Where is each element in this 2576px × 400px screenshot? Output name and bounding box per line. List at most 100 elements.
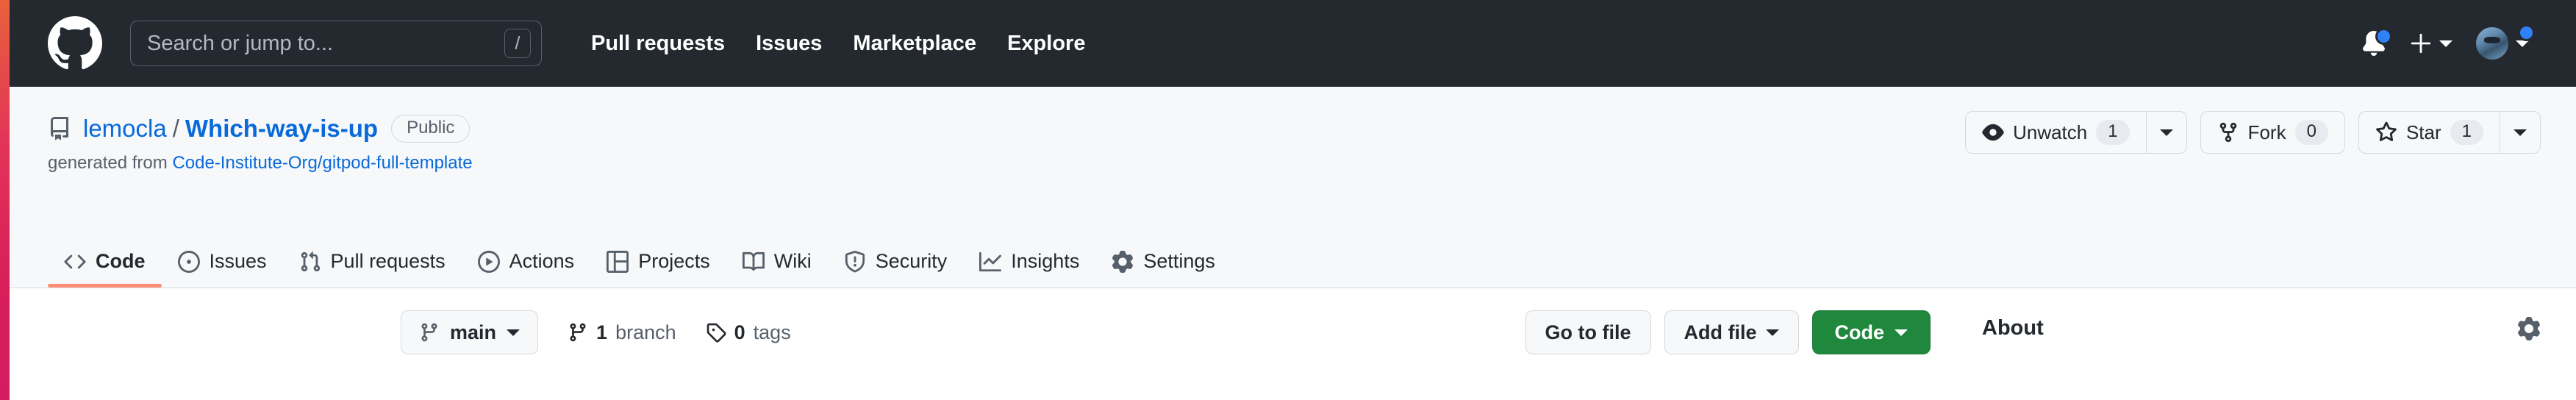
branch-count-label: branch — [615, 321, 676, 343]
fork-count: 0 — [2294, 120, 2328, 145]
branch-icon — [570, 323, 586, 342]
left-accent-stripe — [0, 0, 10, 400]
tab-projects-label: Projects — [638, 250, 710, 272]
star-button-group: Star 1 — [2358, 111, 2541, 154]
tag-icon — [706, 323, 726, 343]
tab-issues[interactable]: Issues — [162, 250, 283, 288]
notification-indicator — [2375, 28, 2392, 45]
graph-icon — [979, 251, 1002, 271]
tag-count-value: 0 — [734, 321, 745, 343]
fork-button[interactable]: Fork 0 — [2200, 111, 2345, 154]
tab-settings-label: Settings — [1143, 250, 1215, 272]
nav-item-marketplace[interactable]: Marketplace — [837, 32, 992, 54]
tab-code-label: Code — [96, 250, 146, 272]
go-to-file-button[interactable]: Go to file — [1525, 310, 1651, 354]
user-menu-button[interactable] — [2464, 24, 2541, 60]
fork-label: Fork — [2247, 121, 2286, 143]
global-header: / Pull requests Issues Marketplace Explo… — [10, 0, 2576, 87]
avatar-notification-indicator — [2518, 24, 2535, 41]
watch-button-group: Unwatch 1 — [1965, 111, 2187, 154]
branch-icon — [421, 323, 437, 342]
shield-icon — [845, 250, 865, 272]
about-heading: About — [1982, 316, 2044, 340]
repo-name-link[interactable]: Which-way-is-up — [185, 115, 378, 142]
star-button[interactable]: Star 1 — [2358, 111, 2500, 154]
chevron-down-icon — [1765, 329, 1779, 336]
tab-wiki[interactable]: Wiki — [726, 250, 828, 288]
tab-actions[interactable]: Actions — [462, 250, 591, 288]
tab-pull-requests-label: Pull requests — [330, 250, 446, 272]
tab-actions-label: Actions — [509, 250, 575, 272]
watch-count: 1 — [2096, 120, 2130, 145]
search-input[interactable] — [147, 31, 504, 56]
github-mark-icon[interactable] — [48, 16, 102, 71]
chevron-down-icon — [507, 329, 520, 336]
project-table-icon — [607, 250, 629, 273]
tab-projects[interactable]: Projects — [590, 250, 726, 288]
star-dropdown-button[interactable] — [2500, 111, 2541, 154]
eye-icon — [1982, 124, 2004, 141]
code-download-button[interactable]: Code — [1811, 310, 1931, 354]
repo-icon — [48, 117, 71, 140]
tab-wiki-label: Wiki — [773, 250, 812, 272]
repository-content: main 1 branch 0 tags Go to file Add file… — [10, 288, 2576, 354]
about-section: About — [1982, 310, 2541, 340]
nav-item-issues[interactable]: Issues — [740, 32, 837, 54]
chevron-down-icon — [2159, 129, 2173, 136]
global-nav: Pull requests Issues Marketplace Explore — [576, 32, 1101, 54]
tab-pull-requests[interactable]: Pull requests — [283, 250, 462, 288]
repo-path-separator: / — [172, 115, 179, 142]
branch-count-value: 1 — [596, 321, 608, 343]
tag-count-label: tags — [753, 321, 791, 343]
header-right-actions — [2350, 24, 2541, 60]
about-settings-button[interactable] — [2517, 316, 2541, 340]
tab-insights-label: Insights — [1011, 250, 1080, 272]
create-new-button[interactable] — [2398, 32, 2464, 54]
nav-item-pull-requests[interactable]: Pull requests — [576, 32, 740, 54]
add-file-button[interactable]: Add file — [1664, 310, 1799, 354]
repository-actions: Unwatch 1 Fork 0 Star 1 — [1965, 111, 2541, 154]
generated-from-text: generated from Code-Institute-Org/gitpod… — [48, 153, 2541, 174]
notifications-button[interactable] — [2350, 28, 2398, 56]
tag-count-link[interactable]: 0 tags — [706, 321, 791, 344]
template-repo-link[interactable]: Code-Institute-Org/gitpod-full-template — [172, 153, 472, 173]
repository-header: lemocla / Which-way-is-up Public generat… — [10, 87, 2576, 223]
add-file-label: Add file — [1684, 321, 1757, 343]
nav-item-explore[interactable]: Explore — [992, 32, 1101, 54]
star-count: 1 — [2450, 120, 2483, 145]
tab-issues-label: Issues — [209, 250, 267, 272]
search-box[interactable]: / — [130, 21, 542, 66]
repo-owner-link[interactable]: lemocla — [83, 115, 167, 142]
repository-tabs: Code Issues Pull requests Actions Projec… — [10, 222, 2576, 288]
play-icon — [477, 250, 500, 273]
branch-count-link[interactable]: 1 branch — [568, 321, 676, 344]
chevron-down-icon — [1895, 329, 1908, 336]
fork-icon — [2219, 122, 2236, 143]
issue-opened-icon — [177, 250, 200, 273]
tab-security[interactable]: Security — [828, 250, 964, 288]
watch-dropdown-button[interactable] — [2145, 111, 2187, 154]
code-button-label: Code — [1834, 321, 1885, 343]
star-label: Star — [2405, 121, 2441, 143]
tab-insights[interactable]: Insights — [963, 250, 1095, 288]
tab-code[interactable]: Code — [48, 250, 162, 288]
code-icon — [64, 254, 86, 268]
visibility-badge: Public — [391, 115, 471, 143]
go-to-file-label: Go to file — [1545, 321, 1631, 343]
branch-name: main — [450, 321, 497, 343]
tab-settings[interactable]: Settings — [1095, 250, 1231, 288]
chevron-down-icon — [2439, 40, 2452, 47]
git-pull-request-icon — [301, 251, 320, 271]
generated-from-label: generated from — [48, 153, 168, 173]
file-actions-toolbar: Go to file Add file Code — [1525, 310, 1931, 354]
branch-selector-button[interactable]: main — [401, 310, 539, 354]
star-icon — [2376, 121, 2397, 142]
tab-security-label: Security — [875, 250, 948, 272]
search-shortcut-badge: / — [504, 29, 531, 58]
branch-toolbar: main 1 branch 0 tags — [401, 310, 791, 354]
book-icon — [742, 251, 765, 271]
unwatch-label: Unwatch — [2013, 121, 2088, 143]
plus-icon — [2411, 33, 2431, 54]
unwatch-button[interactable]: Unwatch 1 — [1965, 111, 2146, 154]
gear-icon — [1112, 250, 1134, 273]
